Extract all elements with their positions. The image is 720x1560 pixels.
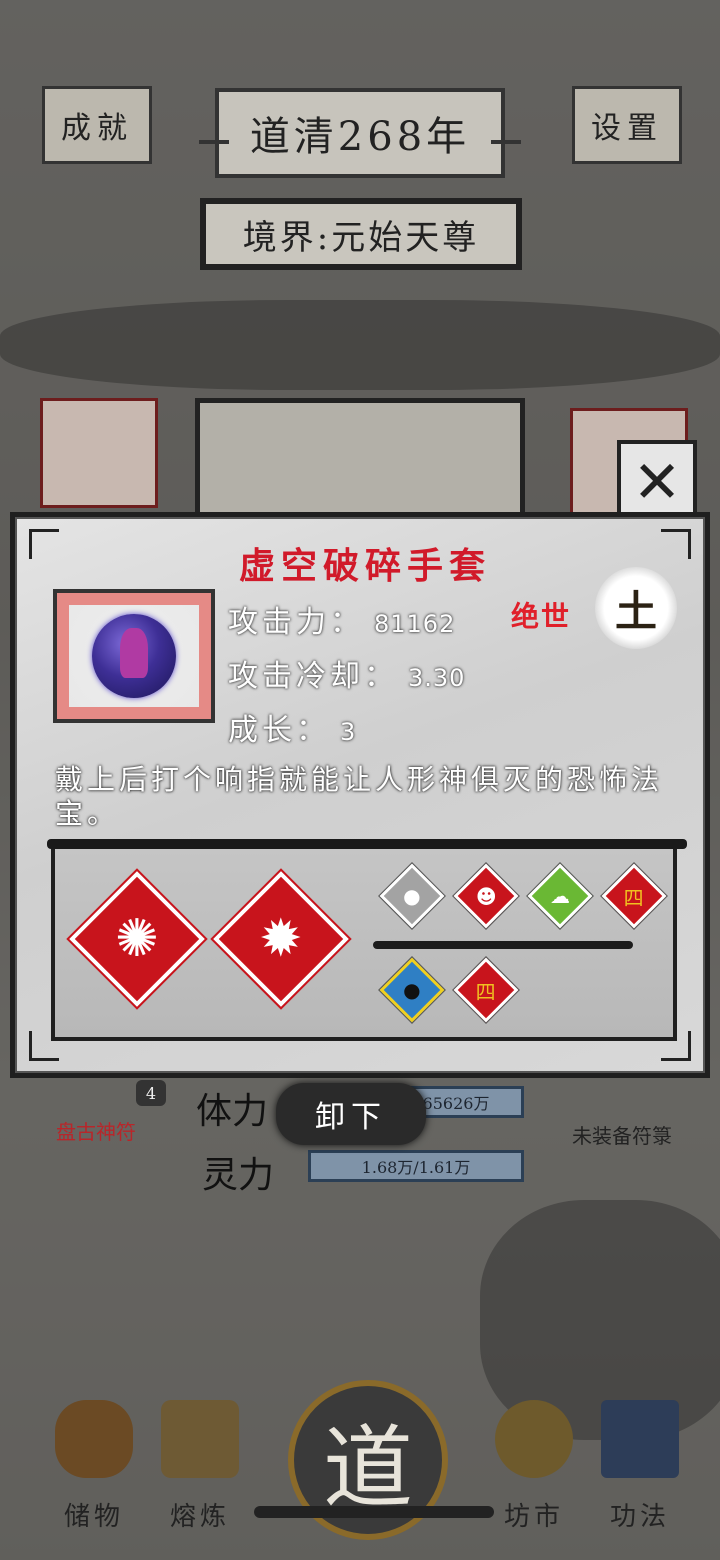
cooldown-value: 3.30 bbox=[408, 664, 466, 692]
attack-label: 攻击力： bbox=[228, 605, 364, 640]
stamina-label: 体力 bbox=[196, 1091, 269, 1132]
shatter-burst-icon[interactable]: ✺ bbox=[66, 868, 208, 1010]
gourd-icon bbox=[55, 1400, 133, 1478]
nav-market-label: 坊市 bbox=[503, 1502, 564, 1532]
unequip-button[interactable]: 卸下 bbox=[276, 1083, 426, 1145]
close-icon: ✕ bbox=[632, 448, 682, 516]
effects-panel: ✺ ✹ ● ☻ ☁ 四 ● 四 bbox=[47, 839, 687, 1041]
explosion-burst-icon[interactable]: ✹ bbox=[210, 868, 352, 1010]
character-portrait bbox=[195, 398, 525, 528]
achievements-button[interactable]: 成就 bbox=[42, 86, 152, 164]
item-detail-dialog: 虚空破碎手套 攻击力： 81162 绝世 土 攻击冷却： 3.30 成长： 3 戴上后… bbox=[10, 512, 710, 1078]
dao-label: 道 bbox=[323, 1416, 413, 1521]
book-icon bbox=[601, 1400, 679, 1478]
item-icon-frame bbox=[53, 589, 215, 723]
bomb-icon[interactable]: ● bbox=[378, 862, 446, 930]
nav-dao[interactable]: 道 bbox=[254, 1380, 494, 1540]
item-description: 戴上后打个响指就能让人形神俱灭的恐怖法宝。 bbox=[55, 763, 664, 830]
left-slot-caption: 盘古神符 bbox=[56, 1120, 136, 1144]
poison-cloud-icon[interactable]: ☁ bbox=[526, 862, 594, 930]
stamina-value: 65626万 bbox=[422, 1094, 490, 1113]
nav-market[interactable]: 坊市 bbox=[484, 1400, 584, 1540]
spirit-value: 1.68万/1.61万 bbox=[361, 1158, 471, 1177]
spirit-label: 灵力 bbox=[202, 1155, 275, 1196]
growth-value: 3 bbox=[340, 718, 357, 746]
realm-label: 境界:元始天尊 bbox=[242, 217, 480, 258]
left-talisman-slot[interactable] bbox=[40, 398, 158, 508]
cooldown-label: 攻击冷却： bbox=[228, 659, 398, 694]
nav-skills-label: 功法 bbox=[609, 1502, 670, 1532]
growth-row: 成长： 3 bbox=[228, 705, 356, 749]
realm-plaque: 境界:元始天尊 bbox=[200, 198, 522, 270]
settings-button[interactable]: 设置 bbox=[572, 86, 682, 164]
coins-icon bbox=[495, 1400, 573, 1478]
nav-storage-label: 储物 bbox=[63, 1502, 124, 1532]
power-four-stars-icon[interactable]: 四 bbox=[452, 956, 520, 1024]
freeze-stun-icon[interactable]: ● bbox=[378, 956, 446, 1024]
right-slot-caption: 未装备符箓 bbox=[572, 1124, 672, 1148]
slot-count-badge: 4 bbox=[136, 1080, 166, 1106]
element-badge: 土 bbox=[595, 567, 677, 649]
nav-refine-label: 熔炼 bbox=[169, 1502, 230, 1532]
year-label: 道清268年 bbox=[249, 114, 471, 160]
attack-value: 81162 bbox=[374, 610, 456, 638]
cooldown-row: 攻击冷却： 3.30 bbox=[228, 651, 465, 695]
cauldron-icon bbox=[161, 1400, 239, 1478]
bleeding-face-icon[interactable]: ☻ bbox=[452, 862, 520, 930]
nav-storage[interactable]: 储物 bbox=[44, 1400, 144, 1540]
attack-row: 攻击力： 81162 bbox=[228, 597, 455, 641]
nav-skills[interactable]: 功法 bbox=[590, 1400, 690, 1540]
power-four-icon[interactable]: 四 bbox=[600, 862, 668, 930]
element-label: 土 bbox=[614, 586, 657, 636]
growth-label: 成长： bbox=[228, 713, 330, 748]
rarity-label: 绝世 bbox=[511, 600, 572, 633]
spirit-bar: 1.68万/1.61万 bbox=[308, 1150, 524, 1182]
void-gauntlet-icon bbox=[92, 614, 176, 698]
nav-refine[interactable]: 熔炼 bbox=[150, 1400, 250, 1540]
panel-divider bbox=[373, 941, 633, 949]
year-plaque: 道清268年 bbox=[199, 88, 521, 178]
